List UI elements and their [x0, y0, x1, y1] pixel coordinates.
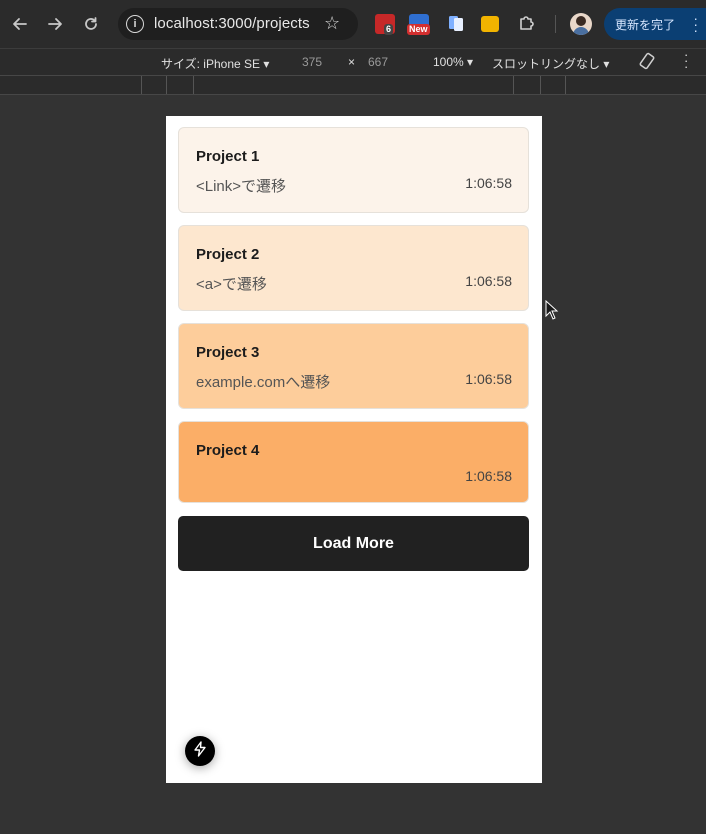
extension-icon-1[interactable]: 6	[375, 14, 395, 35]
project-time: 1:06:58	[465, 273, 512, 289]
back-arrow-icon[interactable]	[6, 10, 34, 38]
project-card[interactable]: Project 1 <Link>で遷移 1:06:58	[178, 127, 529, 213]
throttling-select[interactable]: スロットリングなし ▾	[492, 55, 609, 72]
device-size-select[interactable]: サイズ: iPhone SE ▾	[161, 55, 269, 72]
browser-toolbar: i localhost:3000/projects ☆ 6 New 更新を完了 …	[0, 0, 706, 48]
viewport-width-input[interactable]: 375	[302, 55, 322, 69]
project-title: Project 4	[196, 442, 260, 459]
update-button[interactable]: 更新を完了 · · ·	[604, 8, 706, 40]
address-bar[interactable]: i localhost:3000/projects ☆	[118, 8, 358, 40]
project-card[interactable]: Project 2 <a>で遷移 1:06:58	[178, 225, 529, 311]
extensions-puzzle-icon[interactable]	[518, 14, 538, 34]
project-card[interactable]: Project 3 example.comへ遷移 1:06:58	[178, 323, 529, 409]
project-title: Project 3	[196, 344, 260, 361]
dev-indicator-button[interactable]	[185, 736, 215, 766]
site-info-icon[interactable]: i	[126, 15, 144, 33]
extension-icon-3[interactable]	[448, 14, 468, 34]
forward-arrow-icon[interactable]	[41, 10, 69, 38]
project-description: <a>で遷移	[196, 276, 267, 293]
project-time: 1:06:58	[465, 175, 512, 191]
project-title: Project 2	[196, 246, 260, 263]
extension-badge-new: New	[407, 24, 430, 35]
device-toolbar-menu-icon[interactable]: · · ·	[684, 48, 688, 73]
emulated-viewport: Project 1 <Link>で遷移 1:06:58 Project 2 <a…	[166, 116, 542, 783]
viewport-height-input[interactable]: 667	[368, 55, 388, 69]
bookmark-star-icon[interactable]: ☆	[324, 13, 340, 34]
project-time: 1:06:58	[465, 468, 512, 484]
extension-icon-2[interactable]: New	[407, 14, 430, 35]
project-title: Project 1	[196, 148, 260, 165]
toolbar-divider	[555, 15, 556, 33]
device-toolbar: サイズ: iPhone SE ▾ 375 × 667 100% ▾ スロットリン…	[0, 48, 706, 75]
project-card[interactable]: Project 4 1:06:58	[178, 421, 529, 503]
rotate-icon[interactable]	[638, 52, 656, 73]
media-query-bar[interactable]	[0, 75, 706, 95]
project-description: example.comへ遷移	[196, 374, 331, 391]
lightning-bolt-icon	[193, 740, 207, 762]
extension-icon-4[interactable]	[481, 16, 499, 32]
update-button-label: 更新を完了	[615, 17, 676, 32]
project-description: <Link>で遷移	[196, 178, 287, 195]
kebab-menu-icon[interactable]: · · ·	[693, 11, 698, 37]
load-more-button[interactable]: Load More	[178, 516, 529, 571]
project-time: 1:06:58	[465, 371, 512, 387]
dimension-separator: ×	[348, 55, 356, 69]
url-text[interactable]: localhost:3000/projects	[154, 15, 310, 32]
avatar[interactable]	[570, 13, 592, 35]
zoom-select[interactable]: 100% ▾	[433, 55, 473, 69]
extension-badge-count: 6	[384, 24, 394, 35]
mouse-cursor-icon	[545, 299, 559, 325]
reload-icon[interactable]	[77, 10, 105, 38]
